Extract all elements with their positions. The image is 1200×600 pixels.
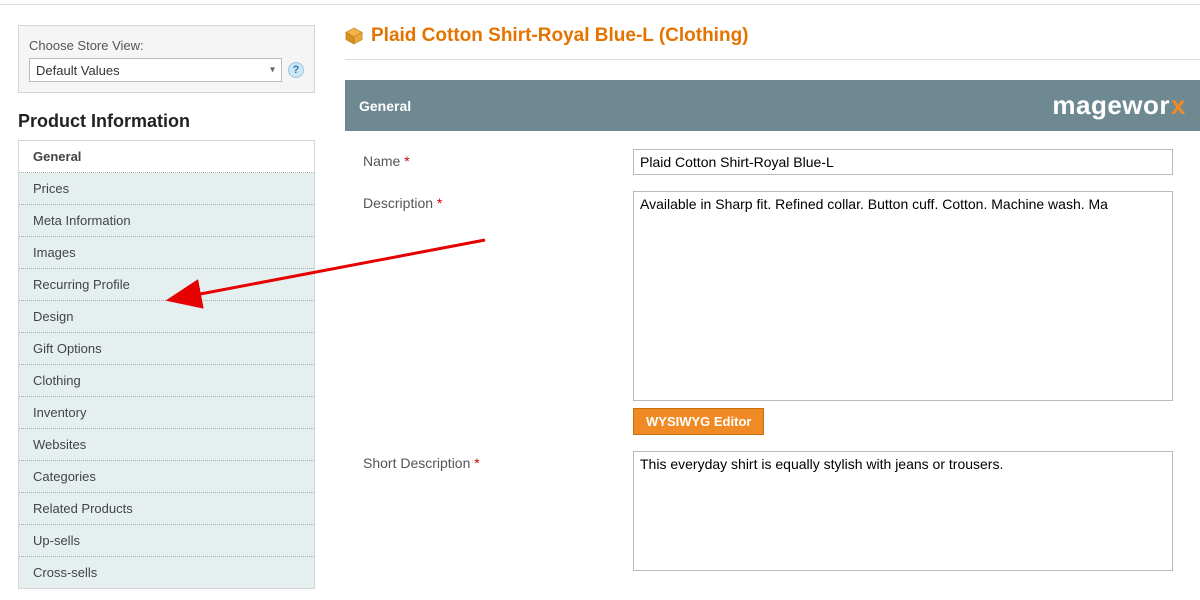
product-information-title: Product Information	[18, 111, 325, 132]
short-description-label: Short Description *	[363, 451, 633, 471]
tab-clothing[interactable]: Clothing	[19, 365, 314, 397]
store-view-value: Default Values	[36, 63, 120, 78]
tab-prices[interactable]: Prices	[19, 173, 314, 205]
wysiwyg-editor-button[interactable]: WYSIWYG Editor	[633, 408, 764, 435]
tab-design[interactable]: Design	[19, 301, 314, 333]
page-title: Plaid Cotton Shirt-Royal Blue-L (Clothin…	[371, 25, 749, 47]
help-icon[interactable]: ?	[288, 62, 304, 78]
panel-header: General mageworx	[345, 80, 1200, 131]
tab-inventory[interactable]: Inventory	[19, 397, 314, 429]
short-description-field[interactable]	[633, 451, 1173, 571]
tab-up-sells[interactable]: Up-sells	[19, 525, 314, 557]
description-field[interactable]	[633, 191, 1173, 401]
tab-related-products[interactable]: Related Products	[19, 493, 314, 525]
tab-recurring-profile[interactable]: Recurring Profile	[19, 269, 314, 301]
tab-gift-options[interactable]: Gift Options	[19, 333, 314, 365]
sidebar: Choose Store View: Default Values ▾ ? Pr…	[0, 15, 325, 589]
store-view-label: Choose Store View:	[29, 38, 304, 53]
tab-websites[interactable]: Websites	[19, 429, 314, 461]
description-label: Description *	[363, 191, 633, 211]
tab-cross-sells[interactable]: Cross-sells	[19, 557, 314, 588]
mageworx-logo: mageworx	[1052, 90, 1186, 121]
main-content: Plaid Cotton Shirt-Royal Blue-L (Clothin…	[325, 15, 1200, 589]
store-view-switcher: Choose Store View: Default Values ▾ ?	[18, 25, 315, 93]
store-view-select[interactable]: Default Values ▾	[29, 58, 282, 82]
tab-general[interactable]: General	[19, 141, 314, 173]
general-form: Name * Description * WYSIWYG Editor Shor…	[345, 131, 1200, 571]
page-title-row: Plaid Cotton Shirt-Royal Blue-L (Clothin…	[345, 25, 1200, 47]
tab-images[interactable]: Images	[19, 237, 314, 269]
tab-meta-information[interactable]: Meta Information	[19, 205, 314, 237]
name-label: Name *	[363, 149, 633, 169]
tab-categories[interactable]: Categories	[19, 461, 314, 493]
chevron-down-icon: ▾	[270, 65, 275, 76]
product-tabs: General Prices Meta Information Images R…	[18, 140, 315, 589]
name-field[interactable]	[633, 149, 1173, 175]
panel-header-title: General	[359, 98, 411, 114]
product-cube-icon	[345, 27, 363, 45]
